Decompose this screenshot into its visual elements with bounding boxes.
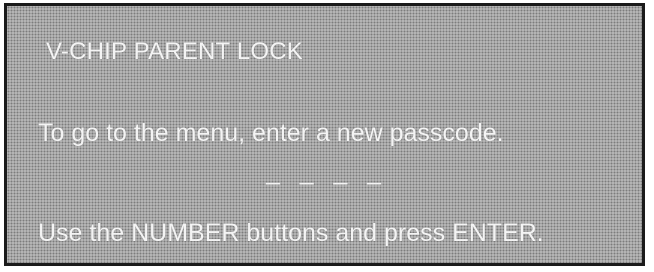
vchip-menu-screen: V-CHIP PARENT LOCK To go to the menu, en… [4, 3, 645, 266]
instruction-text: To go to the menu, enter a new passcode. [38, 119, 504, 147]
hint-text: Use the NUMBER buttons and press ENTER. [38, 219, 544, 247]
passcode-entry-field[interactable]: – – – – [7, 166, 642, 197]
menu-title: V-CHIP PARENT LOCK [46, 38, 304, 65]
